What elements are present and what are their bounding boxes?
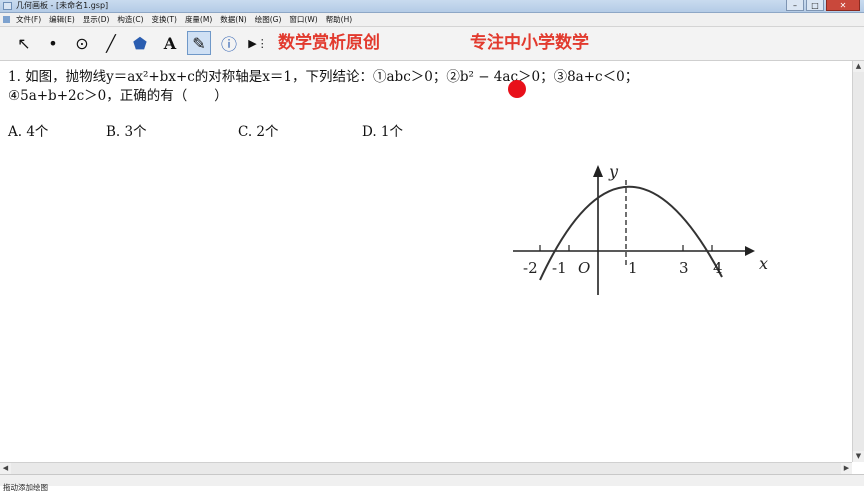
menu-measure[interactable]: 度量(M) <box>181 13 216 26</box>
compass-tool-icon[interactable]: ⊙ <box>70 31 94 55</box>
y-axis-arrow-icon <box>593 165 603 177</box>
horizontal-scrollbar[interactable]: ◀ ▶ <box>0 462 852 474</box>
y-axis-label: y <box>608 162 619 181</box>
menu-edit[interactable]: 编辑(E) <box>45 13 79 26</box>
toolbar: ↖ • ⊙ ╱ ⬟ A ✎ ⓘ ▶⋮ 数学赏析原创 专注中小学数学 <box>0 27 864 61</box>
menu-help[interactable]: 帮助(H) <box>322 13 357 26</box>
x-axis-label: x <box>759 254 768 273</box>
status-bar: 拖动添加绘图 <box>0 474 864 492</box>
banner-left: 数学赏析原创 <box>278 33 380 53</box>
maximize-button[interactable]: □ <box>806 0 824 11</box>
marker-tool-icon[interactable]: ✎ <box>187 31 211 55</box>
menu-window[interactable]: 窗口(W) <box>285 13 321 26</box>
straightedge-tool-icon[interactable]: ╱ <box>99 31 123 55</box>
status-text: 拖动添加绘图 <box>3 483 48 492</box>
scroll-right-icon[interactable]: ▶ <box>841 463 852 474</box>
menu-construct[interactable]: 构造(C) <box>113 13 147 26</box>
menu-display[interactable]: 显示(D) <box>79 13 114 26</box>
custom-tool-icon[interactable]: ▶⋮ <box>246 31 270 55</box>
scroll-up-icon[interactable]: ▲ <box>853 61 864 72</box>
question-line-1: 1. 如图，抛物线y＝ax²+bx+c的对称轴是x＝1，下列结论：①abc＞0；… <box>8 69 639 85</box>
text-tool-icon[interactable]: A <box>158 31 182 55</box>
marker-dot <box>508 80 526 98</box>
scroll-down-icon[interactable]: ▼ <box>853 451 864 462</box>
option-c: C. 2个 <box>238 124 279 140</box>
origin-label: O <box>578 259 590 277</box>
minimize-button[interactable]: – <box>786 0 804 11</box>
question-line-2: ④5a+b+2c＞0，正确的有（ ） <box>8 88 228 104</box>
tick-label-3: 3 <box>679 259 689 277</box>
option-b: B. 3个 <box>106 124 147 140</box>
scroll-left-icon[interactable]: ◀ <box>0 463 11 474</box>
menu-data[interactable]: 数据(N) <box>216 13 250 26</box>
parabola-figure: -2 -1 O 1 3 4 x y <box>513 162 768 295</box>
menu-file[interactable]: 文件(F) <box>12 13 45 26</box>
menu-transform[interactable]: 变换(T) <box>148 13 181 26</box>
menu-graph[interactable]: 绘图(G) <box>251 13 286 26</box>
vertical-scrollbar[interactable]: ▲ ▼ <box>852 61 864 462</box>
tick-label-4: 4 <box>713 259 723 277</box>
app-icon <box>3 2 12 10</box>
tick-label-1: 1 <box>628 259 638 277</box>
menu-bar: 文件(F) 编辑(E) 显示(D) 构造(C) 变换(T) 度量(M) 数据(N… <box>0 13 864 27</box>
title-bar: 几何画板 - [未命名1.gsp] – □ ✕ <box>0 0 864 13</box>
arrow-select-tool-icon[interactable]: ↖ <box>12 31 36 55</box>
x-axis-arrow-icon <box>745 246 755 256</box>
window-title: 几何画板 - [未命名1.gsp] <box>16 1 109 10</box>
option-d: D. 1个 <box>362 124 404 140</box>
document-menu-icon[interactable] <box>0 13 12 26</box>
polygon-tool-icon[interactable]: ⬟ <box>128 31 152 55</box>
tick-label-neg1: -1 <box>552 259 567 277</box>
close-button[interactable]: ✕ <box>826 0 860 11</box>
information-tool-icon[interactable]: ⓘ <box>217 31 241 55</box>
point-tool-icon[interactable]: • <box>41 31 65 55</box>
window-controls: – □ ✕ <box>786 0 860 11</box>
option-a: A. 4个 <box>8 124 49 140</box>
tick-label-neg2: -2 <box>523 259 538 277</box>
banner-right: 专注中小学数学 <box>470 33 589 53</box>
